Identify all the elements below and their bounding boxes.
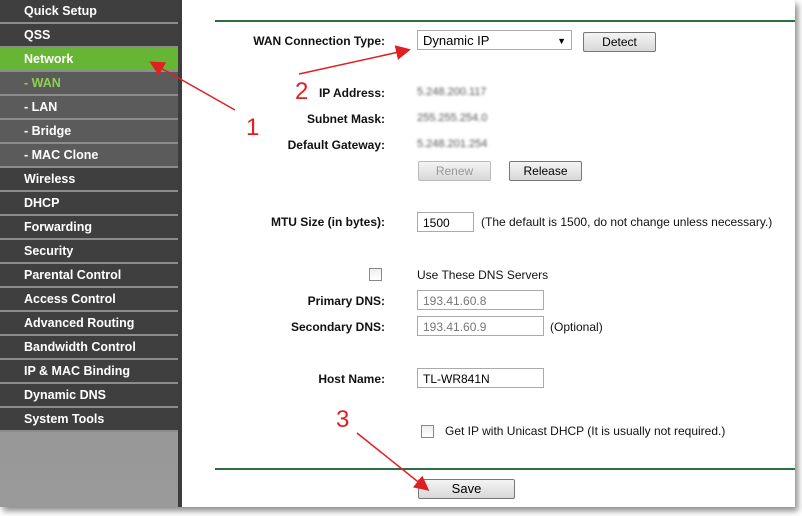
annotation-3: 3 bbox=[336, 406, 350, 433]
arrow-1 bbox=[149, 61, 236, 111]
annotation-arrows bbox=[149, 45, 430, 491]
arrow-2 bbox=[298, 45, 411, 75]
annotation-2: 2 bbox=[295, 78, 309, 105]
annotation-1: 1 bbox=[246, 114, 260, 141]
arrow-3 bbox=[356, 432, 430, 491]
